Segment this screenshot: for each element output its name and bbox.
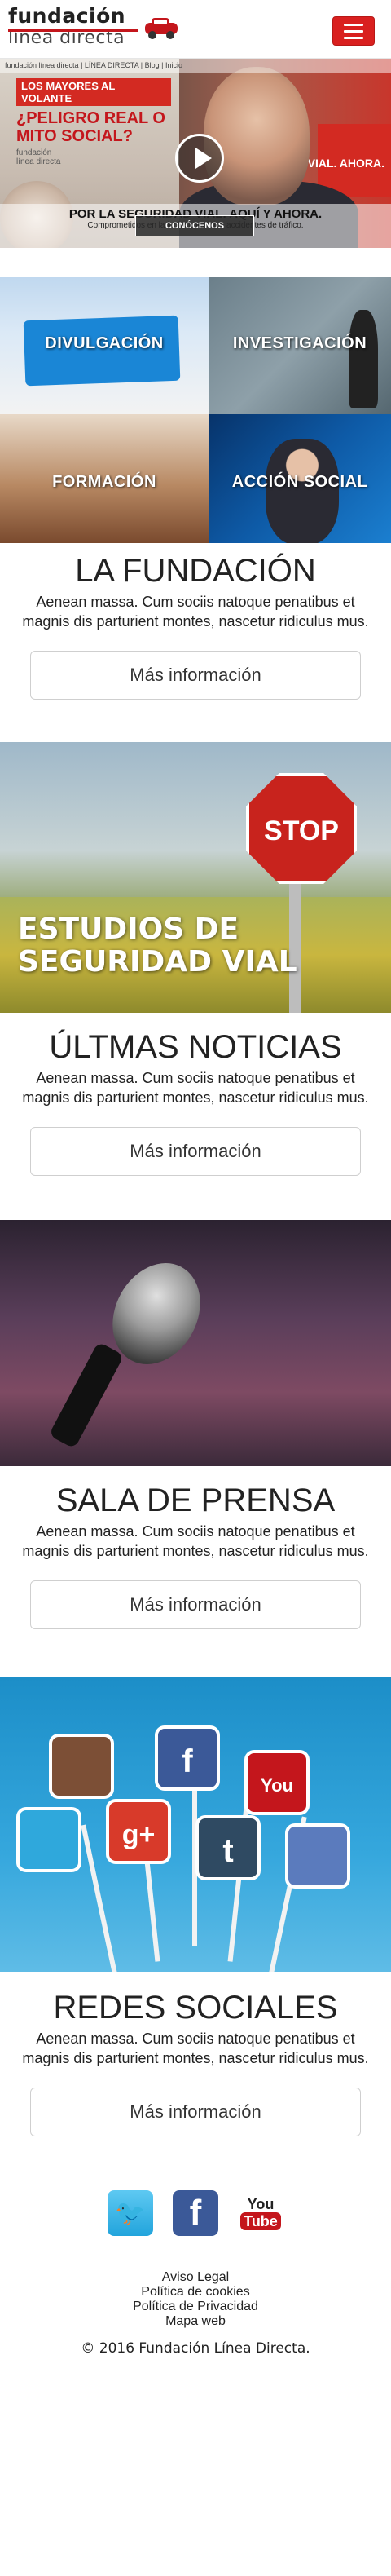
- play-video-icon[interactable]: [175, 134, 224, 183]
- footer-link-aviso-legal[interactable]: Aviso Legal: [0, 2270, 391, 2285]
- noticias-more-info-button[interactable]: Más información: [30, 1127, 361, 1176]
- card-investigacion[interactable]: INVESTIGACIÓN: [209, 277, 391, 414]
- prensa-image[interactable]: [0, 1220, 391, 1466]
- prensa-more-info-button[interactable]: Más información: [30, 1580, 361, 1629]
- footer-social-icons: 🐦 f You Tube: [0, 2190, 391, 2236]
- feature-grid: DIVULGACIÓN INVESTIGACIÓN FORMACIÓN ACCI…: [0, 277, 391, 543]
- car-logo-icon: [145, 18, 178, 39]
- hero-sign: LOS MAYORES AL VOLANTE ¿PELIGRO REAL O M…: [16, 78, 171, 166]
- youtube-icon[interactable]: You Tube: [238, 2190, 283, 2236]
- section-fundacion: LA FUNDACIÓN Aenean massa. Cum sociis na…: [0, 553, 391, 700]
- card-investigacion-image: [349, 310, 378, 408]
- tumblr-sign-icon: t: [196, 1815, 261, 1880]
- section-prensa-text: Aenean massa. Cum sociis natoque penatib…: [22, 1523, 369, 1559]
- hero-topbar: fundación línea directa | LÍNEA DIRECTA …: [0, 59, 391, 73]
- section-noticias-title: ÚLTMAS NOTICIAS: [49, 1029, 342, 1065]
- menu-bar-icon: [344, 23, 363, 26]
- card-accion-social[interactable]: ACCIÓN SOCIAL: [209, 414, 391, 543]
- hero-sign-title: ¿PELIGRO REAL O MITO SOCIAL?: [16, 109, 165, 145]
- section-prensa: SALA DE PRENSA Aenean massa. Cum sociis …: [0, 1482, 391, 1629]
- estudios-caption: ESTUDIOS DE SEGURIDAD VIAL: [18, 913, 297, 979]
- estudios-image[interactable]: STOP ESTUDIOS DE SEGURIDAD VIAL: [0, 742, 391, 1013]
- footer-links: Aviso Legal Política de cookies Política…: [0, 2270, 391, 2329]
- hero-red-text: VIAL. AHORA.: [307, 157, 384, 170]
- menu-bar-icon: [344, 29, 363, 33]
- twitter-sign-icon: [16, 1807, 81, 1872]
- section-redes-title: REDES SOCIALES: [53, 1990, 338, 2026]
- section-redes-text: Aenean massa. Cum sociis natoque penatib…: [22, 2030, 369, 2066]
- estudios-caption-line1: ESTUDIOS DE: [18, 912, 239, 946]
- copyright: © 2016 Fundación Línea Directa.: [81, 2340, 310, 2357]
- hero-person-face: [204, 67, 310, 205]
- card-accion-social-label: ACCIÓN SOCIAL: [231, 473, 368, 491]
- estudios-caption-line2: SEGURIDAD VIAL: [18, 945, 297, 979]
- redes-image[interactable]: f You g+ t: [0, 1677, 391, 1972]
- site-header: fundación línea directa: [0, 0, 391, 59]
- section-noticias-text: Aenean massa. Cum sociis natoque penatib…: [22, 1070, 369, 1106]
- menu-bar-icon: [344, 36, 363, 39]
- youtube-icon-you: You: [247, 2196, 275, 2212]
- like-sign-icon: [285, 1823, 350, 1889]
- stop-sign-text: STOP: [264, 815, 339, 846]
- hero-sign-brand1: fundación: [16, 148, 52, 157]
- hero-sign-tag: LOS MAYORES AL VOLANTE: [16, 78, 171, 106]
- youtube-icon-tube: Tube: [240, 2212, 281, 2230]
- fundacion-more-info-button[interactable]: Más información: [30, 651, 361, 700]
- hamburger-menu-button[interactable]: [332, 16, 375, 46]
- section-redes: REDES SOCIALES Aenean massa. Cum sociis …: [0, 1990, 391, 2136]
- section-noticias: ÚLTMAS NOTICIAS Aenean massa. Cum sociis…: [0, 1029, 391, 1176]
- logo-line1: fundación: [8, 4, 126, 28]
- microphone-body: [48, 1341, 125, 1449]
- footer-link-privacidad[interactable]: Política de Privacidad: [0, 2300, 391, 2314]
- facebook-icon[interactable]: f: [173, 2190, 218, 2236]
- logo-underline: [8, 29, 138, 32]
- redes-more-info-button[interactable]: Más información: [30, 2088, 361, 2136]
- section-prensa-title: SALA DE PRENSA: [55, 1482, 336, 1518]
- section-fundacion-title: LA FUNDACIÓN: [75, 553, 316, 589]
- card-formacion-label: FORMACIÓN: [52, 473, 156, 491]
- youtube-sign-icon: You: [244, 1750, 310, 1815]
- facebook-sign-icon: f: [155, 1725, 220, 1791]
- card-divulgacion[interactable]: DIVULGACIÓN: [0, 277, 209, 414]
- hero-topbar-text: fundación línea directa | LÍNEA DIRECTA …: [5, 61, 182, 69]
- card-investigacion-label: INVESTIGACIÓN: [232, 334, 367, 352]
- card-formacion[interactable]: FORMACIÓN: [0, 414, 209, 543]
- footer-link-mapa-web[interactable]: Mapa web: [0, 2314, 391, 2329]
- site-logo[interactable]: fundación línea directa: [8, 4, 138, 49]
- hero-sign-brand2: línea directa: [16, 157, 61, 166]
- footer-link-cookies[interactable]: Política de cookies: [0, 2285, 391, 2300]
- card-divulgacion-label: DIVULGACIÓN: [45, 334, 164, 352]
- twitter-icon[interactable]: 🐦: [108, 2190, 153, 2236]
- instagram-sign-icon: [49, 1734, 114, 1799]
- hero-cta-button[interactable]: CONÓCENOS: [135, 215, 254, 236]
- section-fundacion-text: Aenean massa. Cum sociis natoque penatib…: [22, 594, 369, 630]
- google-plus-sign-icon: g+: [106, 1799, 171, 1864]
